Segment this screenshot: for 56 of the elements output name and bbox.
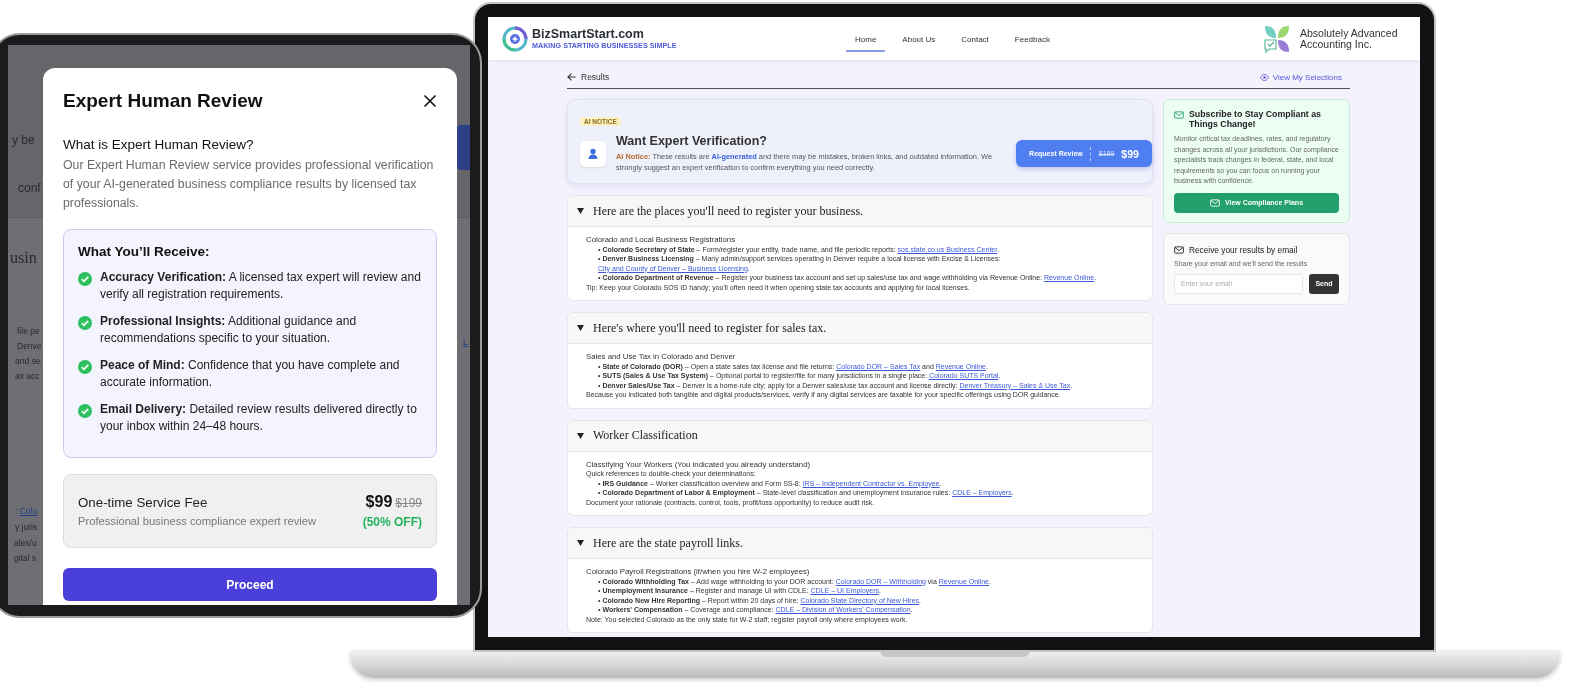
page-text-fragment: file pe [17, 326, 40, 336]
nav-link[interactable]: Home [846, 25, 886, 52]
dialog-title: Expert Human Review [63, 90, 263, 112]
benefit-text: Professional Insights: Additional guidance and recommendations specific to your situation. [100, 313, 358, 347]
check-circle-icon [78, 272, 92, 286]
benefit-text: Email Delivery: Detailed review results delivered directly to your inbox within 24–48 hours. [100, 401, 418, 435]
notice-title: Want Expert Verification? [616, 134, 768, 148]
page-text-fragment: y be [12, 133, 35, 147]
page-text-fragment: ales/u [14, 538, 37, 548]
nav-link[interactable]: Contact [952, 25, 998, 52]
view-selections-link[interactable]: View My Selections [1259, 72, 1342, 82]
brand-name: BizSmartStart.com [532, 27, 645, 41]
eye-icon [1259, 73, 1269, 81]
leaf-logo-icon [1262, 23, 1292, 54]
back-link[interactable]: Results [567, 72, 610, 82]
page-text-fragment: ax acc [15, 371, 40, 381]
section-header[interactable]: Here are the places you'll need to register your business. [568, 196, 1152, 227]
nav-link[interactable]: Feedback [1005, 25, 1059, 52]
page-text-fragment: usin [10, 249, 37, 267]
user-icon [580, 140, 606, 167]
close-button[interactable] [423, 94, 437, 108]
subscribe-title: Subscribe to Stay Compliant as Things Change! [1189, 109, 1322, 129]
page-text-fragment: : Colo [15, 506, 38, 516]
benefit-text: Peace of Mind: Confidence that you have complete and accurate information. [100, 357, 401, 391]
page-text-fragment: gital s [14, 553, 37, 563]
check-circle-icon [78, 316, 92, 330]
section-heading: What is Expert Human Review? [63, 137, 255, 152]
page-text-fragment: Denve [17, 341, 42, 351]
price: $99 [365, 493, 393, 510]
email-title: Receive your results by email [1189, 244, 1298, 255]
fee-subtitle: Professional business compliance expert review [78, 515, 317, 527]
page-text-fragment: and se [15, 356, 41, 366]
mail-icon [1174, 245, 1184, 254]
logo-icon [502, 25, 528, 52]
proceed-button[interactable]: Proceed [63, 568, 437, 601]
check-circle-icon [78, 404, 92, 418]
old-price: $199 [395, 496, 422, 510]
section-title: Worker Classification [593, 428, 698, 443]
benefits-title: What You’ll Receive: [78, 244, 211, 259]
partner-name: Absolutely Advanced Accounting Inc. [1300, 27, 1399, 50]
arrow-left-icon [567, 73, 576, 81]
section-header[interactable]: Worker Classification [568, 420, 1152, 452]
section-title: Here are the state payroll links. [593, 535, 743, 551]
section-header[interactable]: Here's where you'll need to register for sales tax. [568, 313, 1152, 344]
description-text: Our Expert Human Review service provides professional verification of your AI-generated business compliance results by licensed tax professionals. [63, 157, 435, 212]
fee-title: One-time Service Fee [78, 495, 209, 510]
mail-icon [1174, 111, 1184, 119]
section-title: Here are the places you'll need to register your business. [593, 203, 864, 219]
mail-icon [1209, 198, 1220, 207]
section-title: Here's where you'll need to register for sales tax. [593, 320, 827, 336]
nav-link[interactable]: About Us [893, 25, 945, 52]
check-circle-icon [78, 360, 92, 374]
discount-label: (50% OFF) [362, 515, 422, 529]
section-header[interactable]: Here are the state payroll links. [568, 528, 1152, 559]
page-text-fragment: conf [18, 181, 41, 195]
benefit-text: Accuracy Verification: A licensed tax expert will review and verify all registration requirements. [100, 269, 422, 303]
